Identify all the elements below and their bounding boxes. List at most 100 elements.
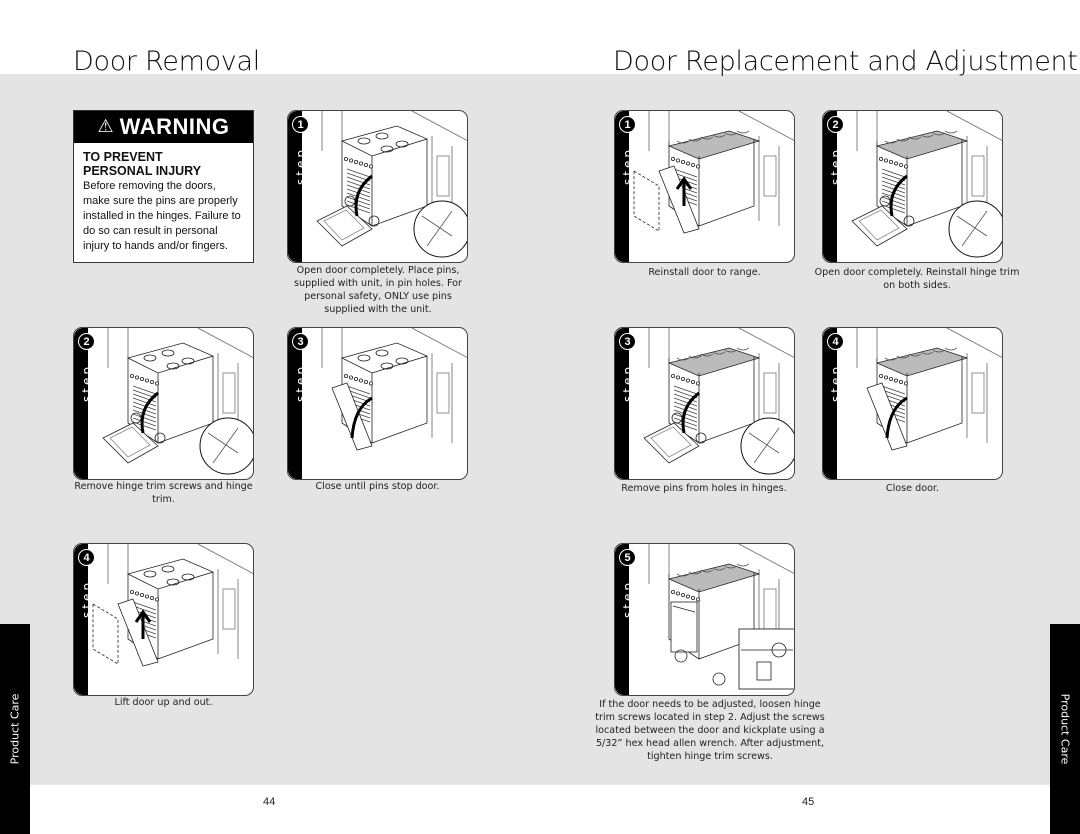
hinge-circle — [671, 412, 683, 424]
step-label: step — [79, 364, 94, 402]
control-knob — [904, 381, 909, 386]
page-title-door-replacement: Door Replacement and Adjustment — [613, 46, 1078, 77]
control-knob — [135, 591, 140, 596]
control-knob — [681, 160, 686, 165]
replacement-step-2-panel: 2 step — [822, 110, 1003, 263]
control-knob — [884, 375, 889, 380]
removal-step-4-panel: 4 step — [73, 543, 254, 696]
grate-line — [944, 347, 958, 351]
warning-box: ⚠ WARNING TO PREVENT PERSONAL INJURY Bef… — [73, 110, 254, 263]
step-number-badge: 4 — [827, 333, 844, 350]
control-knob — [696, 164, 701, 169]
control-knob — [344, 157, 349, 162]
control-knob — [150, 596, 155, 601]
oven-rack-line — [881, 200, 906, 210]
open-door — [643, 422, 700, 464]
control-knob — [676, 591, 681, 596]
grate-line — [944, 130, 958, 134]
oven-rack-line — [132, 413, 157, 423]
hinge-circle — [130, 412, 142, 424]
control-knob — [691, 163, 696, 168]
warning-header: ⚠ WARNING — [74, 111, 253, 143]
control-knob — [691, 380, 696, 385]
control-knob — [681, 593, 686, 598]
warning-heading: WARNING — [119, 114, 230, 139]
step-label: step — [620, 147, 635, 185]
removal-step-1-caption: Open door completely. Place pins, suppli… — [293, 265, 462, 315]
oven-rack-line — [673, 413, 698, 423]
control-knob — [150, 380, 155, 385]
hinge-circle — [695, 432, 707, 444]
control-knob — [894, 161, 899, 166]
cabinet-door — [763, 155, 777, 197]
side-tab-product-care-right: Product Care — [1050, 624, 1080, 834]
oven-rack-line — [346, 200, 371, 210]
replacement-step-4-caption: Close door. — [885, 483, 940, 494]
motion-arrow — [681, 391, 700, 434]
cabinet-door — [971, 372, 985, 414]
oven-rack-line — [132, 417, 157, 427]
range-illustration — [643, 328, 794, 475]
oven-rack-line — [673, 417, 698, 427]
step-bar — [288, 111, 302, 262]
step-number-badge: 3 — [619, 333, 636, 350]
control-knob — [686, 594, 691, 599]
step-label: step — [828, 364, 843, 402]
hinge-circle — [368, 215, 380, 227]
side-tab-product-care-left: Product Care — [0, 624, 30, 834]
cabinet-door — [222, 588, 236, 630]
cabinet-door — [222, 372, 236, 414]
control-knob — [364, 163, 369, 168]
side-tab-label: Product Care — [1058, 693, 1072, 765]
replacement-step-5-panel: 5 step — [614, 543, 795, 696]
cabinet-door — [763, 588, 777, 630]
control-knob — [145, 378, 150, 383]
oven-rack-line — [132, 385, 157, 395]
grate-line — [736, 347, 750, 351]
warning-subheading-2: PERSONAL INJURY — [83, 164, 202, 178]
control-knob — [676, 375, 681, 380]
step-bar — [823, 328, 837, 479]
control-knob — [894, 378, 899, 383]
removal-step-4-caption: Lift door up and out. — [114, 697, 213, 708]
step-bar — [288, 328, 302, 479]
control-knob — [879, 374, 884, 379]
step-label: step — [79, 580, 94, 618]
page-number-left: 44 — [263, 796, 276, 808]
step-bar — [823, 111, 837, 262]
side-tab-label: Product Care — [8, 693, 22, 765]
page-number-right: 45 — [802, 796, 815, 808]
warning-subheading-1: TO PREVENT — [83, 150, 163, 164]
grate-line — [736, 130, 750, 134]
control-knob — [686, 161, 691, 166]
control-knob — [671, 374, 676, 379]
cabinet-door — [763, 372, 777, 414]
hinge-circle — [344, 195, 356, 207]
control-knob — [899, 163, 904, 168]
control-knob — [696, 597, 701, 602]
control-knob — [369, 381, 374, 386]
replacement-step-3-panel: 3 step — [614, 327, 795, 480]
range-illustration — [92, 544, 253, 667]
control-knob — [671, 157, 676, 162]
control-knob — [676, 158, 681, 163]
oven-rack-line — [673, 385, 698, 395]
step-number-badge: 2 — [827, 116, 844, 133]
control-knob — [344, 374, 349, 379]
oven-rack-line — [346, 196, 371, 206]
step-label: step — [620, 364, 635, 402]
control-knob — [130, 374, 135, 379]
control-knob — [354, 160, 359, 165]
removal-step-3-panel: 3 step — [287, 327, 468, 480]
step-number-badge: 3 — [292, 333, 309, 350]
control-knob — [686, 378, 691, 383]
step-label: step — [293, 147, 308, 185]
oven-rack-line — [881, 168, 906, 178]
replacement-step-3-caption: Remove pins from holes in hinges. — [621, 483, 787, 494]
step-bar — [74, 544, 88, 695]
motion-arrow — [140, 391, 159, 434]
control-knob — [130, 590, 135, 595]
control-knob — [349, 375, 354, 380]
control-knob — [691, 596, 696, 601]
replacement-step-4-panel: 4 step — [822, 327, 1003, 480]
